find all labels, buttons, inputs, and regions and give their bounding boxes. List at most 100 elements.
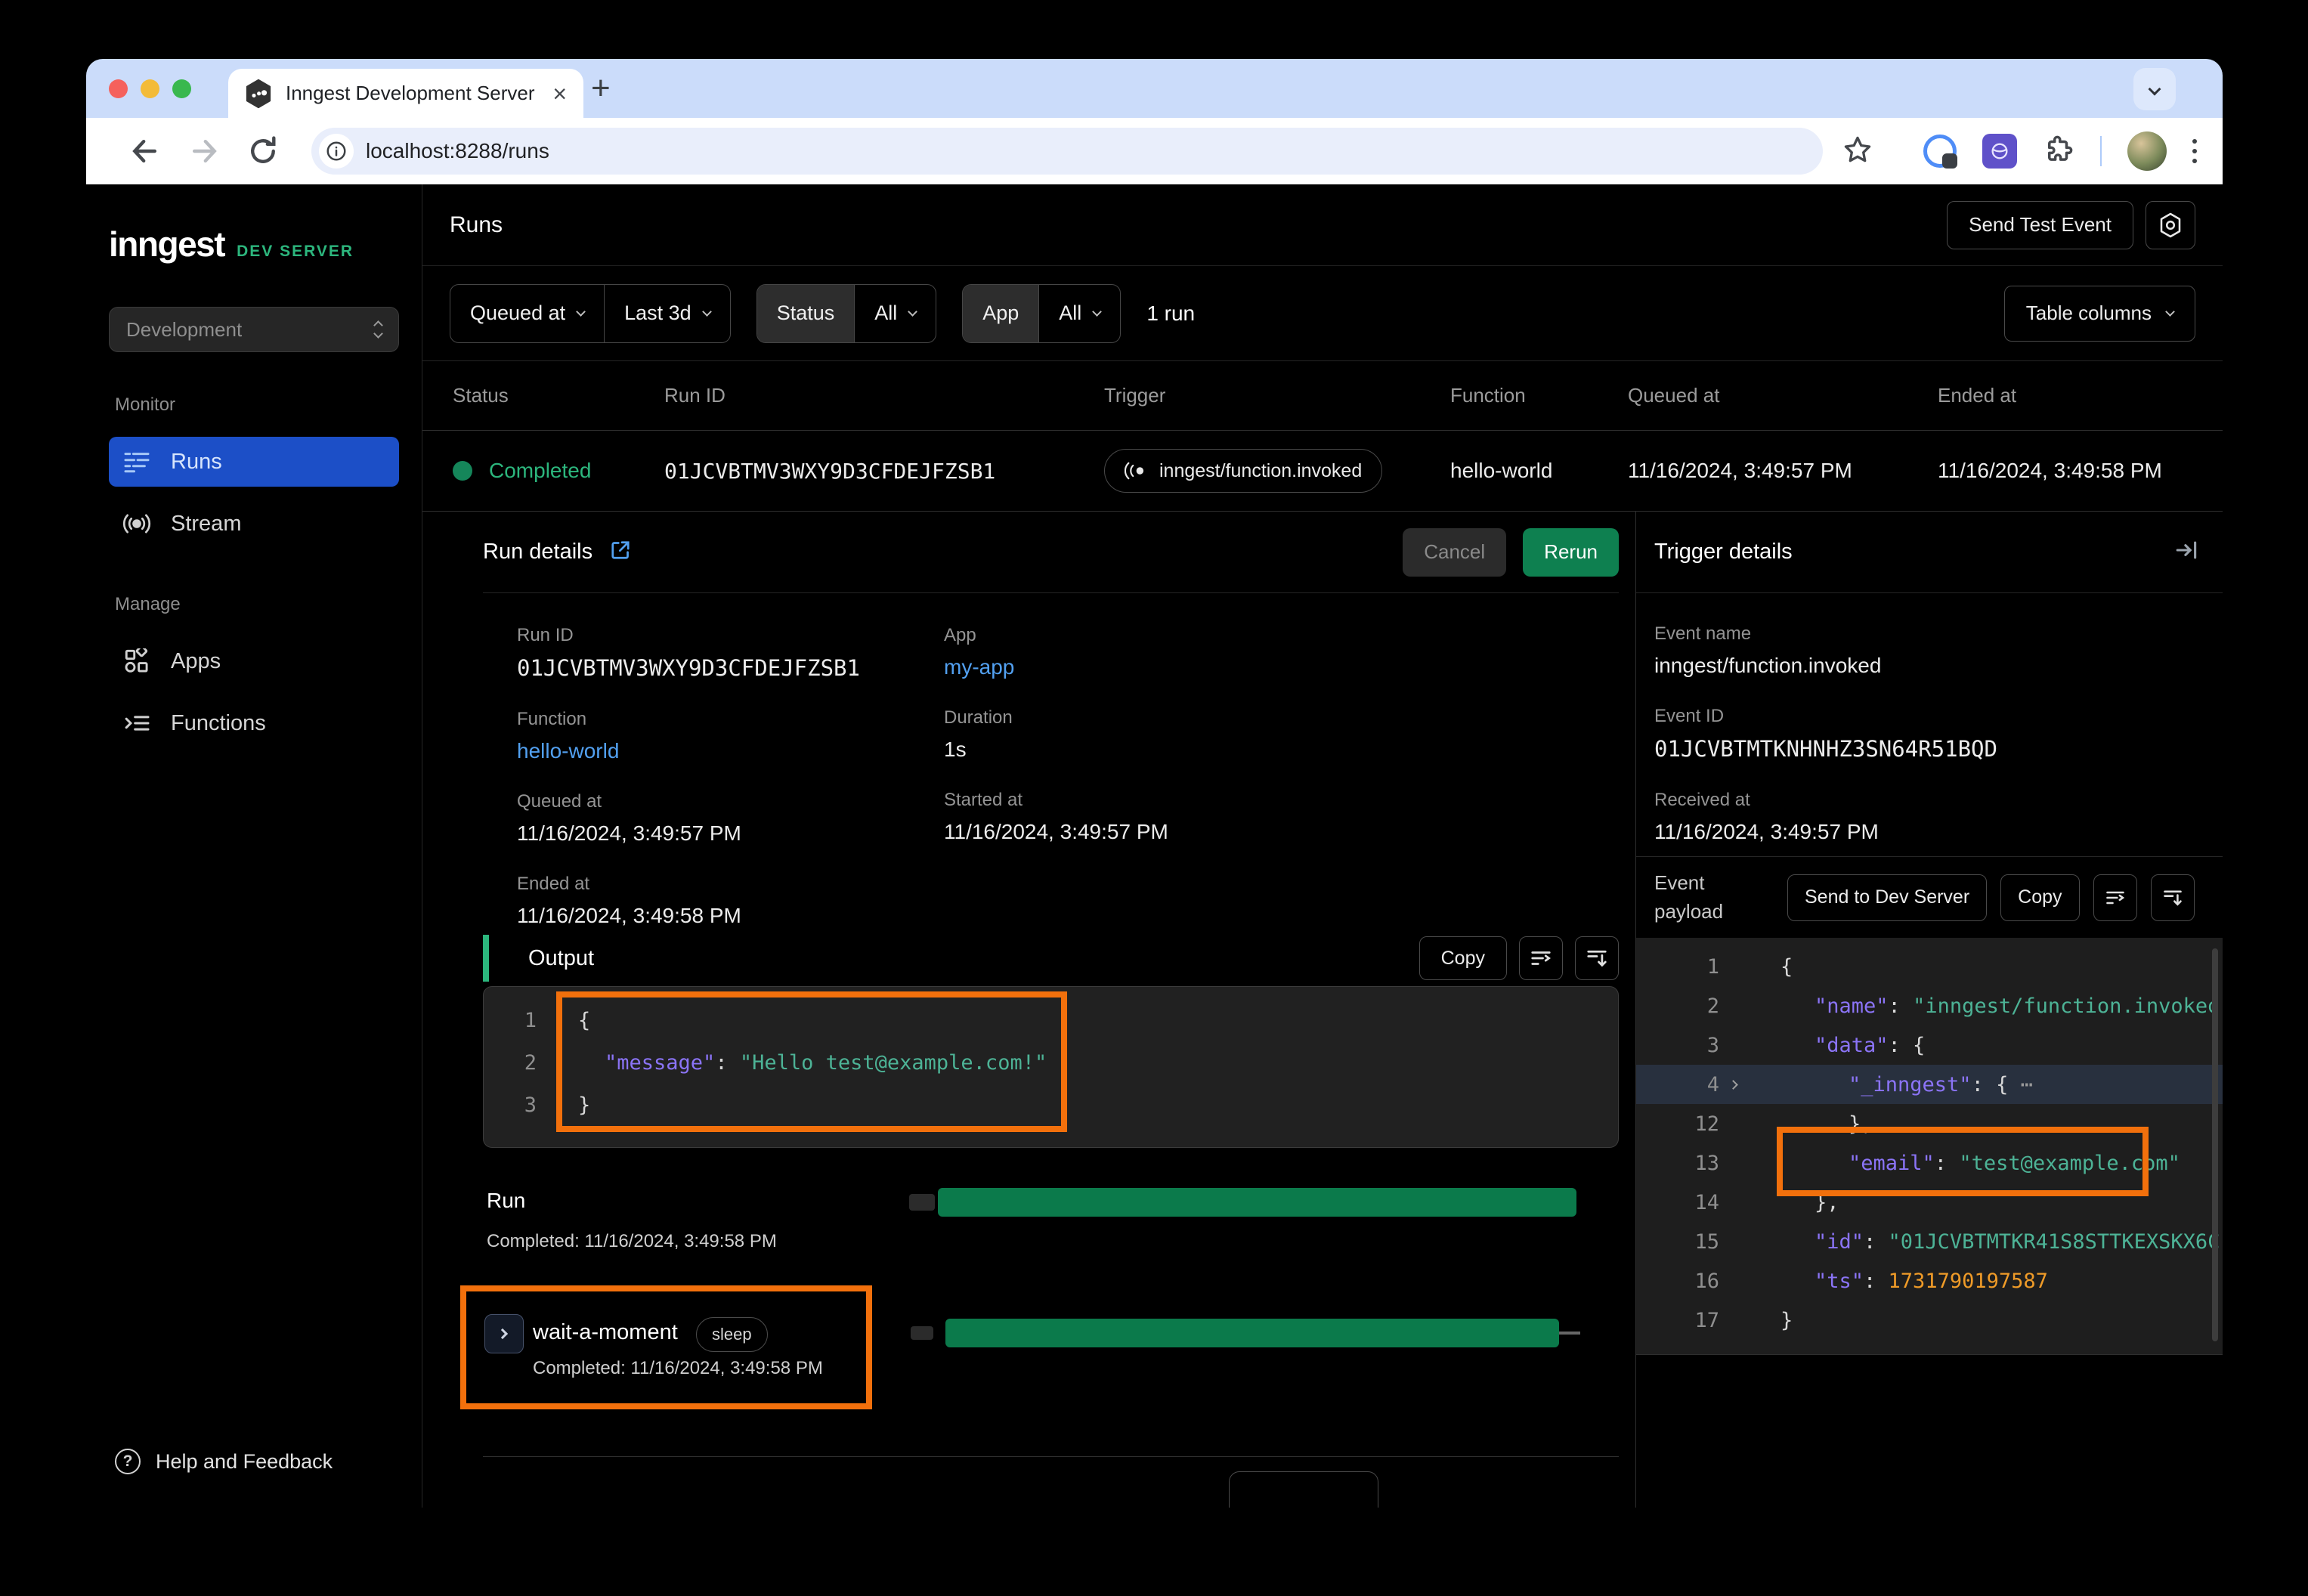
output-expand-button[interactable] xyxy=(1575,936,1619,980)
event-name-label: Event name xyxy=(1654,623,2223,645)
ended-at-label: Ended at xyxy=(517,874,944,895)
unfold-lines-icon xyxy=(2162,887,2183,908)
status-dot-completed xyxy=(453,461,472,481)
bookmark-star-button[interactable] xyxy=(1841,133,1874,170)
app-link[interactable]: my-app xyxy=(944,655,1619,679)
sidebar-item-runs[interactable]: Runs xyxy=(109,437,399,487)
event-id-value: 01JCVBTMTKNHNHZ3SN64R51BQD xyxy=(1654,736,2223,762)
close-window-button[interactable] xyxy=(109,79,128,98)
step-duration-bar[interactable] xyxy=(945,1319,1559,1347)
step-completed-text: Completed: 11/16/2024, 3:49:58 PM xyxy=(533,1358,823,1379)
table-row[interactable]: Completed 01JCVBTMV3WXY9D3CFDEJFZSB1 inn… xyxy=(422,431,2223,511)
purple-extension-icon[interactable] xyxy=(1982,134,2017,169)
page-header: Runs Send Test Event xyxy=(422,184,2223,266)
column-header-function[interactable]: Function xyxy=(1450,384,1628,407)
payload-scrollbar[interactable] xyxy=(2212,948,2218,1341)
collapse-panel-button[interactable] xyxy=(2174,537,2200,567)
trigger-event-name: inngest/function.invoked xyxy=(1159,460,1362,482)
inngest-logo: inngest xyxy=(109,224,224,264)
new-tab-button[interactable]: + xyxy=(591,70,611,107)
sidebar-item-apps[interactable]: Apps xyxy=(109,636,399,686)
run-id-label: Run ID xyxy=(517,625,944,646)
line-number: 2 xyxy=(1636,994,1719,1018)
step-expand-button[interactable] xyxy=(484,1314,524,1353)
column-header-trigger[interactable]: Trigger xyxy=(1104,384,1450,407)
column-header-status[interactable]: Status xyxy=(422,384,664,407)
output-copy-button[interactable]: Copy xyxy=(1419,936,1507,980)
table-columns-button[interactable]: Table columns xyxy=(2004,286,2195,342)
status-filter-label: Status xyxy=(757,285,855,342)
profile-avatar[interactable] xyxy=(2127,131,2167,171)
minimize-window-button[interactable] xyxy=(141,79,159,98)
tab-close-icon[interactable]: × xyxy=(552,82,567,106)
forward-button[interactable] xyxy=(184,135,224,168)
back-button[interactable] xyxy=(125,135,165,168)
output-code-block: 1 { 2 "message": "Hello test@example.com… xyxy=(483,986,1619,1148)
table-columns-label: Table columns xyxy=(2026,302,2152,325)
browser-tab[interactable]: Inngest Development Server × xyxy=(228,69,583,118)
result-count: 1 run xyxy=(1146,302,1195,326)
output-wrap-lines-button[interactable] xyxy=(1519,936,1563,980)
payload-expand-button[interactable] xyxy=(2151,874,2195,921)
trigger-event-pill[interactable]: inngest/function.invoked xyxy=(1104,449,1382,493)
payload-copy-button[interactable]: Copy xyxy=(2000,874,2079,921)
payload-wrap-lines-button[interactable] xyxy=(2093,874,2137,921)
zoom-window-button[interactable] xyxy=(172,79,191,98)
app-filter-dropdown[interactable]: All xyxy=(1038,285,1120,342)
time-field-value: Queued at xyxy=(470,302,565,325)
run-duration-bar[interactable] xyxy=(938,1188,1576,1217)
collapsed-ellipsis[interactable]: ⋯ xyxy=(2008,1073,2033,1096)
time-range-dropdown[interactable]: Last 3d xyxy=(604,285,730,342)
step-queue-segment xyxy=(911,1326,933,1340)
settings-button[interactable] xyxy=(2146,201,2195,249)
password-manager-extension-icon[interactable] xyxy=(1923,135,1957,168)
sidebar-item-stream[interactable]: Stream xyxy=(109,499,399,549)
partial-bottom-button[interactable] xyxy=(1229,1471,1378,1508)
collapsed-json-row[interactable]: 4 "_inngest": { ⋯ xyxy=(1636,1065,2223,1104)
tab-title: Inngest Development Server xyxy=(286,82,539,105)
page-title: Runs xyxy=(450,212,503,238)
help-label: Help and Feedback xyxy=(156,1450,333,1474)
back-arrow-icon xyxy=(128,135,162,168)
address-bar[interactable]: localhost:8288/runs xyxy=(311,128,1823,175)
column-header-ended-at[interactable]: Ended at xyxy=(1938,384,2223,407)
forward-arrow-icon xyxy=(187,135,221,168)
line-number: 3 xyxy=(484,1093,537,1117)
line-number: 16 xyxy=(1636,1270,1719,1293)
status-filter-dropdown[interactable]: All xyxy=(854,285,936,342)
run-details-panel: Run details Cancel Rerun Run ID 01JCVBT xyxy=(422,512,1635,1508)
chevron-down-icon xyxy=(2149,83,2161,96)
time-field-dropdown[interactable]: Queued at xyxy=(450,285,604,342)
sidebar-item-functions[interactable]: Functions xyxy=(109,698,399,748)
row-status: Completed xyxy=(489,459,591,483)
function-link[interactable]: hello-world xyxy=(517,739,944,763)
run-completed-text: Completed: 11/16/2024, 3:49:58 PM xyxy=(487,1231,777,1252)
rerun-button[interactable]: Rerun xyxy=(1523,528,1619,577)
site-info-icon[interactable] xyxy=(319,134,354,169)
send-test-event-button[interactable]: Send Test Event xyxy=(1947,201,2133,249)
browser-toolbar: localhost:8288/runs xyxy=(86,118,2223,184)
row-run-id: 01JCVBTMV3WXY9D3CFDEJFZSB1 xyxy=(664,459,1104,484)
send-to-dev-server-button[interactable]: Send to Dev Server xyxy=(1787,874,1987,921)
workspace-select[interactable]: Development xyxy=(109,307,399,352)
trigger-details-title: Trigger details xyxy=(1654,540,1793,564)
help-and-feedback[interactable]: ? Help and Feedback xyxy=(109,1449,399,1474)
column-header-queued-at[interactable]: Queued at xyxy=(1628,384,1938,407)
tab-search-button[interactable] xyxy=(2133,68,2176,110)
browser-menu-button[interactable] xyxy=(2192,139,2197,163)
toolbar-divider xyxy=(2100,136,2102,166)
select-chevrons-icon xyxy=(375,322,382,337)
received-at-label: Received at xyxy=(1654,790,2223,811)
line-number: 4 xyxy=(1636,1073,1719,1096)
line-number: 1 xyxy=(484,1009,537,1032)
cancel-button[interactable]: Cancel xyxy=(1403,528,1506,577)
open-in-new-icon[interactable] xyxy=(609,539,632,565)
fold-chevron-icon[interactable] xyxy=(1728,1080,1738,1090)
column-header-run-id[interactable]: Run ID xyxy=(664,384,1104,407)
app-filter-value: All xyxy=(1059,302,1081,325)
extensions-puzzle-button[interactable] xyxy=(2043,134,2074,169)
arrow-to-bar-icon xyxy=(2174,537,2200,563)
chevron-down-icon xyxy=(2165,307,2175,317)
tab-strip: Inngest Development Server × + xyxy=(86,59,2223,118)
reload-button[interactable] xyxy=(243,135,283,168)
